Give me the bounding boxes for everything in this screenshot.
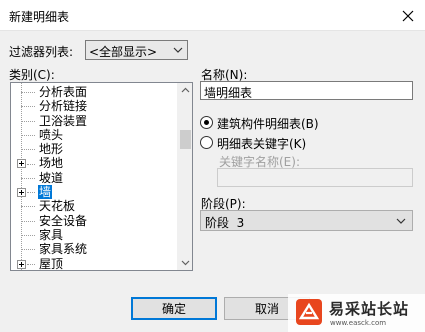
expand-icon[interactable] bbox=[17, 259, 26, 269]
chevron-up-icon bbox=[181, 87, 190, 93]
logo-icon bbox=[298, 302, 320, 320]
category-tree[interactable]: 分析表面分析链接卫浴装置喷头地形场地坡道墙天花板安全设备家具家具系统屋顶常规模型 bbox=[10, 82, 193, 271]
close-button[interactable] bbox=[391, 0, 425, 31]
chevron-down-icon bbox=[396, 218, 406, 224]
watermark: 易采站长站 www.easck.com bbox=[288, 294, 425, 332]
filter-label: 过滤器列表: bbox=[9, 45, 74, 59]
tree-item-label: 天花板 bbox=[39, 199, 76, 214]
schedule-keys-radio[interactable] bbox=[200, 136, 213, 149]
vertical-scrollbar[interactable] bbox=[177, 83, 192, 270]
chevron-down-icon bbox=[173, 47, 183, 53]
tree-item-label: 安全设备 bbox=[39, 213, 88, 228]
tree-item-label: 分析链接 bbox=[39, 99, 88, 114]
category-label: 类别(C): bbox=[9, 68, 55, 82]
ok-button[interactable]: 确定 bbox=[131, 297, 217, 320]
phase-value: 阶段 3 bbox=[205, 216, 245, 230]
name-field[interactable]: 墙明细表 bbox=[200, 81, 413, 100]
tree-item-label: 卫浴装置 bbox=[39, 113, 88, 128]
title-bar: 新建明细表 bbox=[0, 0, 425, 31]
filter-dropdown[interactable]: <全部显示> bbox=[85, 40, 188, 60]
tree-item[interactable]: 墙 bbox=[11, 185, 178, 200]
schedule-building-components-label: 建筑构件明细表(B) bbox=[217, 117, 319, 131]
tree-item-label: 家具 bbox=[39, 227, 64, 242]
tree-item-label: 家具系统 bbox=[39, 242, 88, 257]
phase-dropdown[interactable]: 阶段 3 bbox=[200, 210, 413, 231]
tree-item-label: 坡道 bbox=[39, 170, 64, 185]
expand-icon[interactable] bbox=[17, 188, 26, 198]
tree-item[interactable]: 分析链接 bbox=[11, 99, 178, 113]
cancel-button-label: 取消 bbox=[254, 302, 279, 316]
scroll-thumb[interactable] bbox=[180, 130, 191, 149]
tree-item[interactable]: 地形 bbox=[11, 142, 178, 156]
tree-item[interactable]: 家具 bbox=[11, 228, 178, 242]
tree-item[interactable]: 家具系统 bbox=[11, 242, 178, 256]
schedule-keys-label: 明细表关键字(K) bbox=[217, 137, 307, 151]
scroll-up-button[interactable] bbox=[178, 83, 192, 98]
scroll-down-button[interactable] bbox=[178, 255, 192, 270]
tree-item-label: 地形 bbox=[39, 142, 64, 157]
tree-item[interactable]: 卫浴装置 bbox=[11, 114, 178, 128]
tree-item-label: 喷头 bbox=[39, 127, 64, 142]
filter-value: <全部显示> bbox=[89, 45, 158, 59]
tree-item[interactable]: 安全设备 bbox=[11, 214, 178, 228]
close-icon bbox=[402, 10, 414, 21]
name-value: 墙明细表 bbox=[204, 86, 253, 100]
window-title: 新建明细表 bbox=[9, 10, 70, 24]
tree-item[interactable]: 喷头 bbox=[11, 128, 178, 142]
watermark-logo bbox=[296, 299, 322, 325]
key-name-field[interactable] bbox=[217, 168, 413, 187]
tree-item-label: 场地 bbox=[39, 156, 64, 171]
chevron-down-icon bbox=[181, 260, 190, 266]
tree-item-label: 分析表面 bbox=[39, 85, 88, 99]
tree-item[interactable]: 天花板 bbox=[11, 199, 178, 213]
tree-item[interactable]: 屋顶 bbox=[11, 256, 178, 271]
tree-item-label: 墙 bbox=[38, 185, 53, 200]
tree-item[interactable]: 坡道 bbox=[11, 171, 178, 185]
watermark-title: 易采站长站 bbox=[329, 300, 410, 318]
tree-item[interactable]: 场地 bbox=[11, 156, 178, 170]
schedule-building-components-radio[interactable] bbox=[200, 116, 213, 129]
tree-rows: 分析表面分析链接卫浴装置喷头地形场地坡道墙天花板安全设备家具家具系统屋顶常规模型 bbox=[11, 83, 178, 271]
tree-item[interactable]: 分析表面 bbox=[11, 85, 178, 99]
tree-item-label: 屋顶 bbox=[39, 256, 64, 271]
expand-icon[interactable] bbox=[17, 159, 26, 169]
ok-button-label: 确定 bbox=[161, 302, 186, 316]
watermark-url: www.easck.com bbox=[330, 319, 387, 327]
